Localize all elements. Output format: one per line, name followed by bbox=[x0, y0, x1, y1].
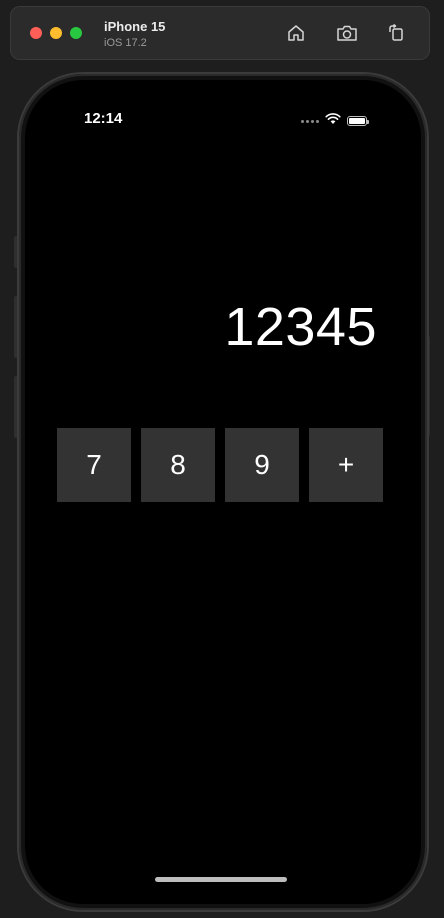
volume-up-button bbox=[14, 296, 18, 358]
screenshot-icon[interactable] bbox=[334, 20, 360, 46]
action-button bbox=[14, 236, 18, 268]
simulator-titlebar: iPhone 15 iOS 17.2 bbox=[10, 6, 430, 60]
home-indicator[interactable] bbox=[155, 877, 287, 882]
home-icon[interactable] bbox=[283, 20, 309, 46]
os-version: iOS 17.2 bbox=[104, 37, 147, 49]
status-icons bbox=[301, 112, 369, 130]
key-9-button[interactable]: 9 bbox=[225, 428, 299, 502]
close-window-button[interactable] bbox=[30, 27, 42, 39]
wifi-icon bbox=[325, 112, 341, 130]
status-time: 12:14 bbox=[84, 110, 123, 127]
device-name: iPhone 15 bbox=[104, 19, 166, 34]
battery-icon bbox=[347, 116, 369, 126]
key-7-button[interactable]: 7 bbox=[57, 428, 131, 502]
volume-down-button bbox=[14, 376, 18, 438]
cellular-icon bbox=[301, 119, 319, 123]
minimize-window-button[interactable] bbox=[50, 27, 62, 39]
key-8-button[interactable]: 8 bbox=[141, 428, 215, 502]
phone-screen: 12:14 12345 7 8 9 + bbox=[25, 80, 421, 904]
calculator-display: 12345 bbox=[224, 297, 377, 357]
rotate-icon[interactable] bbox=[383, 20, 409, 46]
add-button[interactable]: + bbox=[309, 428, 383, 502]
simulator-window: iPhone 15 iOS 17.2 12:14 12345 7 8 9 + bbox=[0, 0, 444, 918]
zoom-window-button[interactable] bbox=[70, 27, 82, 39]
keypad: 7 8 9 + bbox=[57, 428, 383, 502]
